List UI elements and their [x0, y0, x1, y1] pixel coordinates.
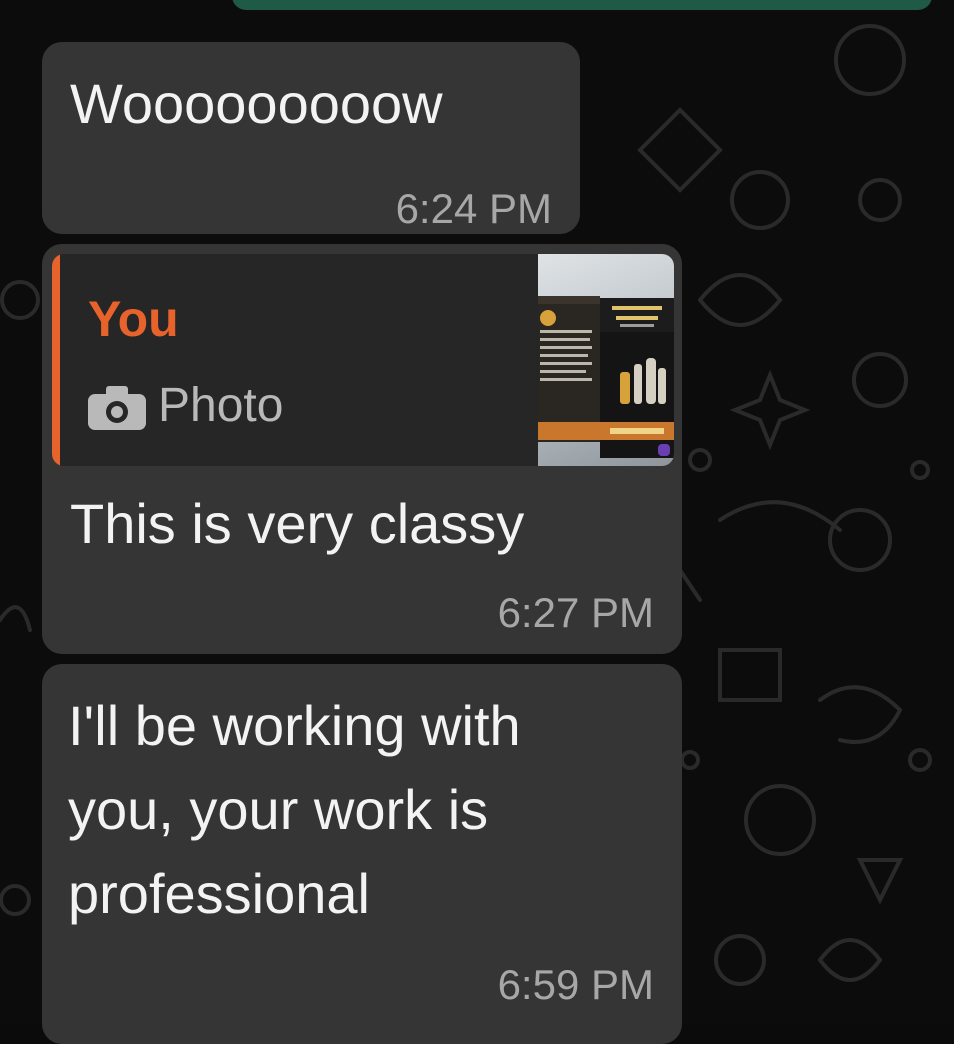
- quoted-reply[interactable]: You Photo: [52, 254, 674, 466]
- message-bubble[interactable]: Wooooooooow 6:24 PM: [42, 42, 580, 234]
- reply-author: You: [88, 291, 179, 347]
- message-bubble[interactable]: I'll be working with you, your work is p…: [42, 664, 682, 1044]
- message-text: Wooooooooow: [70, 72, 443, 135]
- book-cover-image: [534, 296, 674, 458]
- reply-type-label: Photo: [158, 379, 284, 432]
- message-bubble[interactable]: You Photo This is very classy 6:27 PM: [42, 244, 682, 654]
- previous-sent-message-edge: [232, 0, 932, 10]
- message-timestamp: 6:27 PM: [497, 589, 654, 636]
- message-text: I'll be working with you, your work is p…: [68, 694, 521, 925]
- photo-thumbnail[interactable]: [534, 254, 674, 466]
- message-text: This is very classy: [70, 492, 525, 555]
- camera-icon: [88, 386, 146, 430]
- message-timestamp: 6:24 PM: [395, 185, 552, 232]
- message-timestamp: 6:59 PM: [497, 961, 654, 1008]
- reply-accent-bar: [52, 254, 60, 466]
